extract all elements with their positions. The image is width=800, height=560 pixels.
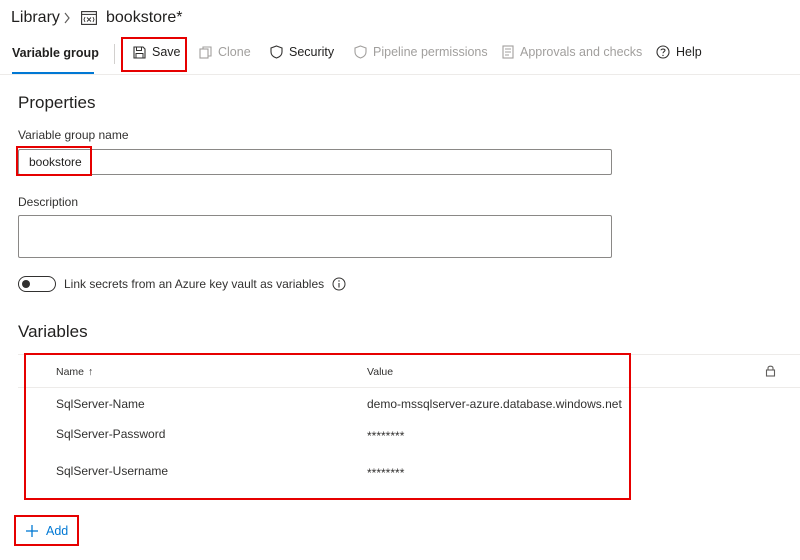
pipeline-permissions-label: Pipeline permissions <box>373 45 488 59</box>
help-icon <box>656 45 670 59</box>
variables-highlight-box <box>24 353 631 500</box>
page-title: bookstore* <box>106 9 183 26</box>
save-highlight-box <box>121 37 187 72</box>
shield-icon <box>354 45 367 59</box>
link-secrets-toggle[interactable] <box>18 276 56 292</box>
breadcrumb-library[interactable]: Library <box>11 9 60 27</box>
tab-variable-group[interactable]: Variable group <box>12 46 99 60</box>
variable-group-icon <box>81 11 97 25</box>
chevron-right-icon <box>64 12 70 24</box>
add-highlight-box <box>14 515 79 546</box>
approvals-checks-label: Approvals and checks <box>520 45 643 59</box>
toolbar-divider <box>114 44 115 64</box>
security-button[interactable]: Security <box>270 45 334 59</box>
properties-heading: Properties <box>18 93 96 112</box>
clone-button-label: Clone <box>218 45 251 59</box>
description-textarea[interactable] <box>18 215 612 258</box>
info-icon[interactable] <box>332 277 346 291</box>
security-button-label: Security <box>289 45 335 59</box>
help-button-label: Help <box>676 45 702 59</box>
checklist-icon <box>502 45 514 59</box>
approvals-checks-button[interactable]: Approvals and checks <box>502 45 642 59</box>
variables-heading: Variables <box>18 322 88 341</box>
pipeline-permissions-button[interactable]: Pipeline permissions <box>354 45 488 59</box>
header-divider <box>0 74 800 75</box>
lock-icon <box>765 365 776 377</box>
description-label: Description <box>18 195 79 209</box>
variable-group-name-label: Variable group name <box>18 128 129 142</box>
shield-icon <box>270 45 283 59</box>
help-button[interactable]: Help <box>656 45 702 59</box>
toggle-knob <box>22 280 30 288</box>
clone-button[interactable]: Clone <box>199 45 251 59</box>
clone-icon <box>199 45 212 59</box>
link-secrets-label: Link secrets from an Azure key vault as … <box>64 277 325 291</box>
name-highlight-box <box>16 146 92 176</box>
variable-group-name-input[interactable] <box>18 149 612 175</box>
